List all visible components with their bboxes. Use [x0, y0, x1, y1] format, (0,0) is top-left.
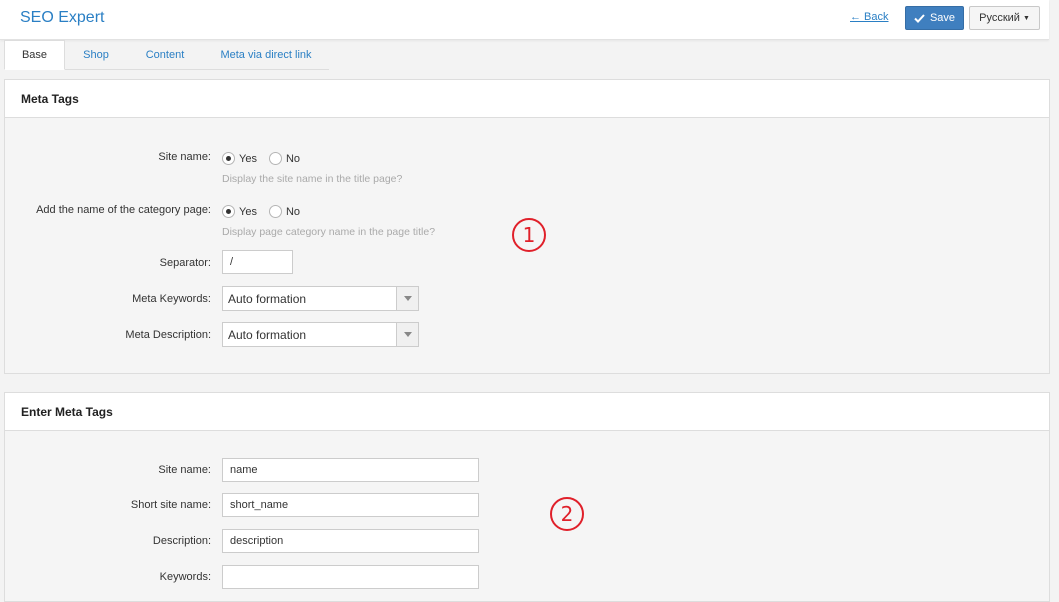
back-link[interactable]: ← Back	[850, 11, 889, 23]
radio-checked-icon[interactable]	[222, 205, 235, 218]
enter-site-name-label: Site name:	[158, 464, 211, 476]
site-name-no-label: No	[285, 152, 301, 165]
radio-checked-icon[interactable]	[222, 152, 235, 165]
language-label: Русский	[979, 12, 1020, 24]
annotation-marker-2: 2	[550, 497, 584, 531]
description-label: Description:	[152, 535, 211, 547]
meta-description-label: Meta Description:	[125, 329, 211, 341]
site-name-yes-label: Yes	[239, 152, 257, 165]
tab-bar: Base Shop Content Meta via direct link	[4, 40, 329, 70]
keywords-label: Keywords:	[159, 571, 211, 583]
category-name-yes-label: Yes	[239, 205, 257, 218]
tab-base[interactable]: Base	[4, 40, 65, 70]
scrollbar-track[interactable]	[1050, 0, 1059, 594]
short-site-name-input[interactable]: short_name	[222, 493, 479, 517]
category-name-yes-option[interactable]: Yes	[222, 205, 257, 218]
save-button[interactable]: Save	[905, 6, 964, 30]
tab-meta-via-direct-link[interactable]: Meta via direct link	[203, 40, 329, 70]
site-name-no-option[interactable]: No	[268, 152, 301, 165]
checkmark-icon	[914, 13, 925, 23]
dropdown-arrow-icon[interactable]	[396, 323, 418, 346]
annotation-marker-1: 1	[512, 218, 546, 252]
radio-unchecked-icon[interactable]	[268, 152, 282, 165]
category-name-no-option[interactable]: No	[268, 205, 301, 218]
enter-site-name-input[interactable]: name	[222, 458, 479, 482]
save-button-label: Save	[929, 12, 956, 24]
category-name-hint: Display page category name in the page t…	[222, 226, 436, 238]
category-name-radio-group: Yes No	[222, 205, 312, 218]
enter-meta-tags-panel-title: Enter Meta Tags	[5, 393, 1049, 431]
dropdown-arrow-icon[interactable]	[396, 287, 418, 310]
meta-description-value: Auto formation	[228, 327, 307, 342]
tab-content[interactable]: Content	[127, 40, 203, 70]
page-title: SEO Expert	[20, 9, 105, 26]
tab-shop[interactable]: Shop	[65, 40, 127, 70]
meta-keywords-select[interactable]: Auto formation	[222, 286, 419, 311]
enter-meta-tags-panel: Enter Meta Tags Site name: name Short si…	[4, 392, 1050, 602]
short-site-name-label: Short site name:	[130, 499, 211, 511]
caret-down-icon: ▼	[1022, 14, 1030, 22]
keywords-input[interactable]	[222, 565, 479, 589]
radio-unchecked-icon[interactable]	[268, 205, 282, 218]
category-name-label: Add the name of the category page:	[36, 204, 211, 216]
top-bar: SEO Expert ← Back Save Русский ▼	[0, 0, 1049, 40]
site-name-radio-group: Yes No	[222, 152, 312, 165]
category-name-no-label: No	[285, 205, 301, 218]
site-name-label: Site name:	[158, 151, 211, 163]
site-name-yes-option[interactable]: Yes	[222, 152, 257, 165]
description-input[interactable]: description	[222, 529, 479, 553]
site-name-hint: Display the site name in the title page?	[222, 173, 403, 185]
meta-keywords-label: Meta Keywords:	[132, 293, 211, 305]
separator-input[interactable]: /	[222, 250, 293, 274]
language-dropdown[interactable]: Русский ▼	[969, 6, 1040, 30]
meta-keywords-value: Auto formation	[228, 291, 307, 306]
meta-tags-panel-title: Meta Tags	[5, 80, 1049, 118]
separator-label: Separator:	[159, 257, 211, 269]
meta-description-select[interactable]: Auto formation	[222, 322, 419, 347]
